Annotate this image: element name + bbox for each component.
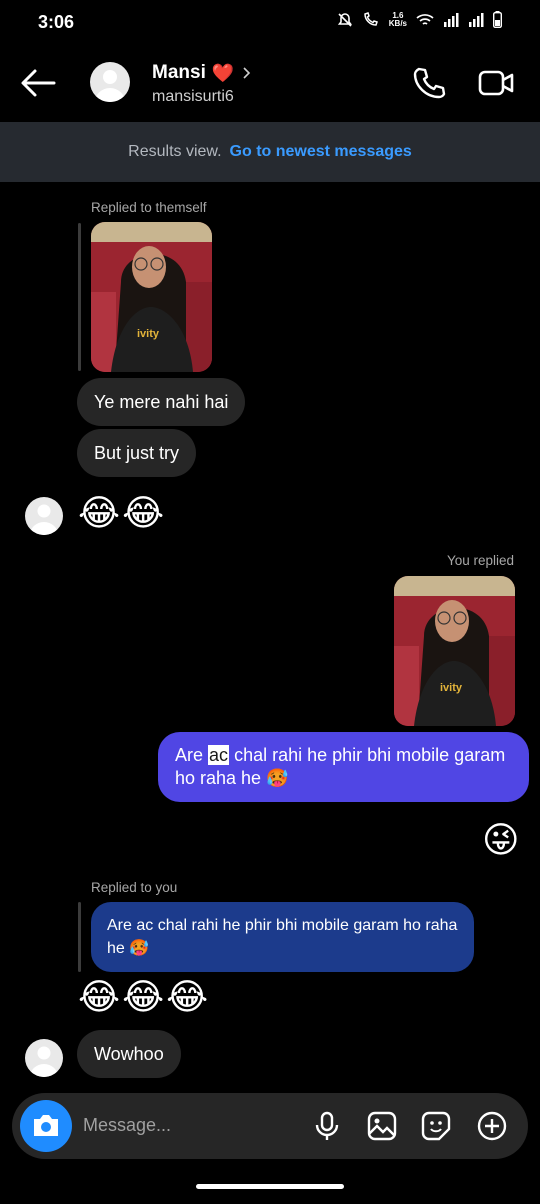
avatar[interactable] (25, 1039, 63, 1077)
reply-line (78, 223, 81, 371)
svg-text:ivity: ivity (440, 682, 463, 694)
message-bubble[interactable]: But just try (77, 429, 197, 477)
quoted-message[interactable]: Are ac chal rahi he phir bhi mobile gara… (91, 902, 474, 972)
signal-icon (469, 12, 484, 27)
gallery-icon[interactable] (366, 1110, 398, 1142)
emoji-message[interactable]: 😂😂 (78, 493, 166, 534)
message-composer: Message... (12, 1093, 528, 1159)
camera-icon (34, 1115, 58, 1136)
chat-header: Mansi ❤️ mansisurti6 (0, 44, 540, 122)
plus-icon[interactable] (476, 1110, 508, 1142)
photo-message[interactable]: ivity (394, 576, 515, 726)
wifi-icon (416, 13, 434, 25)
emoji-message[interactable]: 😜 (482, 820, 520, 861)
back-arrow-icon[interactable] (20, 68, 56, 98)
microphone-icon[interactable] (311, 1110, 343, 1142)
status-bar: 3:06 1.6 KB/s (0, 0, 540, 44)
photo-message[interactable]: ivity (91, 222, 212, 372)
volte-call-icon (364, 11, 378, 26)
heart-emoji: ❤️ (211, 62, 235, 84)
net-speed: 1.6 KB/s (388, 10, 407, 28)
results-banner: Results view. Go to newest messages (0, 122, 540, 182)
avatar[interactable] (25, 497, 63, 535)
mute-icon (337, 12, 352, 27)
reply-label: Replied to you (91, 880, 178, 895)
results-text: Results view. (128, 143, 222, 160)
avatar[interactable] (90, 62, 130, 102)
battery-icon (493, 11, 502, 28)
status-time: 3:06 (38, 12, 75, 32)
reply-label: You replied (446, 553, 514, 568)
svg-text:ivity: ivity (137, 328, 160, 340)
emoji-message[interactable]: 😂😂😂 (78, 977, 210, 1018)
video-icon[interactable] (478, 68, 514, 98)
signal-icon (444, 12, 459, 27)
camera-button[interactable] (20, 1100, 72, 1152)
search-highlight: ac (208, 745, 230, 765)
contact-username[interactable]: mansisurti6 (152, 88, 234, 106)
chevron-right-icon (243, 67, 251, 79)
sticker-icon[interactable] (420, 1110, 452, 1142)
reply-line (78, 902, 81, 972)
reply-label: Replied to themself (91, 200, 207, 215)
my-message-bubble[interactable]: Are ac chal rahi he phir bhi mobile gara… (158, 732, 529, 802)
newest-messages-link[interactable]: Go to newest messages (230, 143, 412, 161)
message-bubble[interactable]: Ye mere nahi hai (77, 378, 246, 426)
home-indicator[interactable] (196, 1184, 344, 1189)
message-input[interactable]: Message... (83, 1115, 171, 1136)
message-bubble[interactable]: Wowhoo (77, 1030, 181, 1078)
contact-name[interactable]: Mansi ❤️ (152, 62, 254, 84)
status-icons: 1.6 KB/s (337, 11, 502, 28)
phone-icon[interactable] (412, 66, 446, 100)
